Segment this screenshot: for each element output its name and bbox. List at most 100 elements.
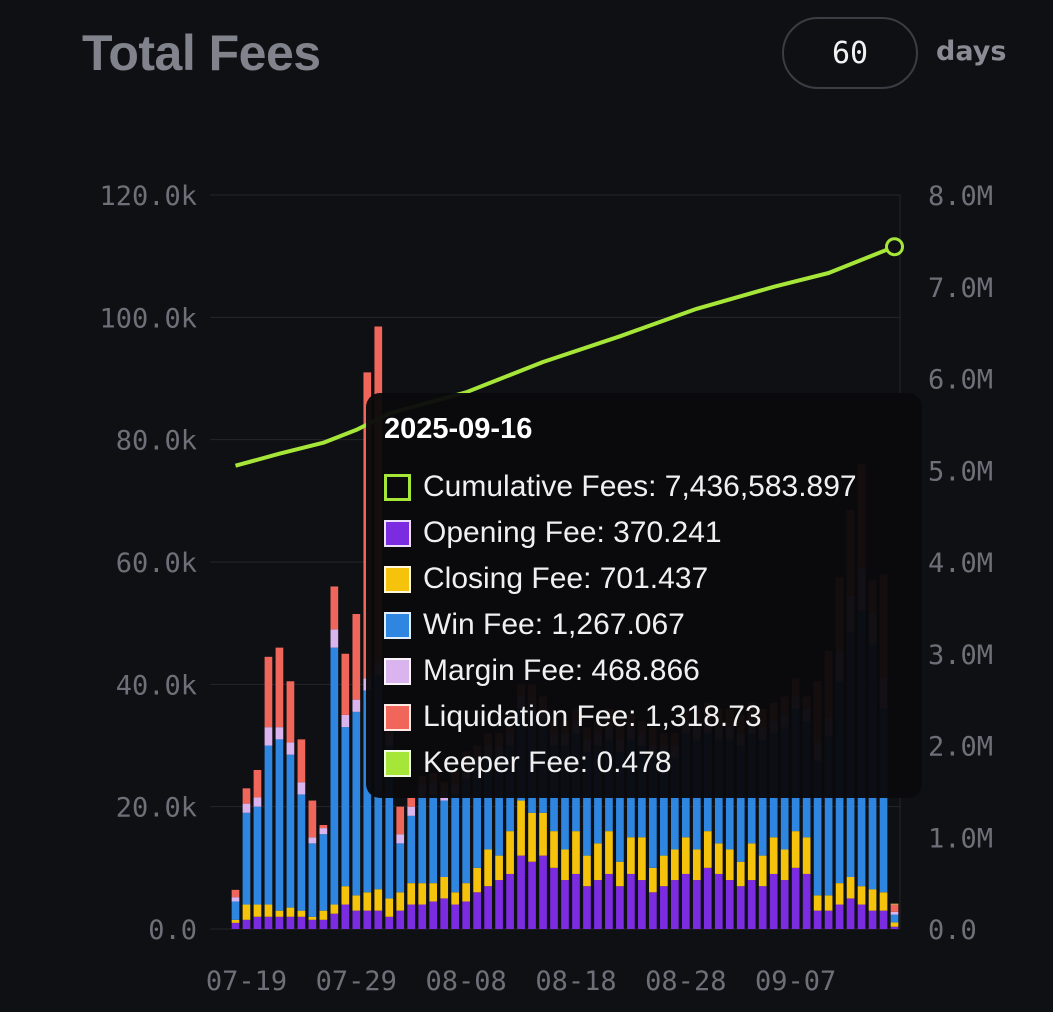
bar-closing-08-20[interactable] [594, 843, 602, 881]
bar-closing-08-04[interactable] [418, 883, 427, 905]
bar-win-07-24[interactable] [297, 794, 306, 911]
bar-closing-09-08[interactable] [802, 837, 811, 874]
bar-margin-07-21[interactable] [264, 727, 273, 746]
bar-win-08-04[interactable] [418, 797, 427, 884]
bar-margin-07-27[interactable] [330, 629, 339, 648]
bar-opening-07-25[interactable] [308, 919, 317, 929]
bar-opening-08-09[interactable] [473, 892, 481, 929]
bar-win-07-28[interactable] [341, 727, 350, 887]
bar-closing-08-15[interactable] [539, 812, 547, 856]
bar-opening-08-17[interactable] [561, 880, 569, 929]
bar-closing-07-26[interactable] [319, 910, 328, 920]
bar-opening-08-02[interactable] [396, 910, 405, 929]
bar-opening-08-31[interactable] [714, 873, 723, 929]
bar-opening-08-30[interactable] [703, 867, 712, 929]
bar-closing-08-25[interactable] [649, 867, 657, 893]
bar-opening-07-20[interactable] [253, 916, 262, 929]
bar-opening-09-08[interactable] [802, 873, 811, 929]
bar-closing-07-31[interactable] [374, 889, 383, 911]
bar-margin-09-16[interactable] [890, 911, 899, 915]
bar-liquidation-07-26[interactable] [319, 825, 328, 829]
bar-closing-09-01[interactable] [725, 849, 734, 881]
bar-opening-09-01[interactable] [725, 880, 734, 929]
bar-closing-07-29[interactable] [352, 895, 361, 911]
bar-opening-08-11[interactable] [495, 880, 503, 929]
bar-opening-09-05[interactable] [769, 873, 778, 929]
bar-closing-08-05[interactable] [429, 883, 438, 902]
bar-opening-07-19[interactable] [242, 919, 251, 929]
bar-closing-08-27[interactable] [670, 849, 679, 881]
bar-opening-09-09[interactable] [813, 910, 822, 929]
bar-margin-07-29[interactable] [352, 699, 361, 712]
bar-liquidation-07-19[interactable] [242, 788, 251, 804]
bar-closing-07-24[interactable] [297, 910, 306, 917]
bar-closing-09-13[interactable] [857, 886, 866, 905]
bar-closing-08-01[interactable] [385, 898, 394, 917]
bar-liquidation-07-20[interactable] [253, 769, 262, 798]
bar-closing-09-05[interactable] [769, 837, 778, 874]
bar-opening-07-23[interactable] [286, 916, 295, 929]
bar-opening-08-26[interactable] [660, 886, 668, 929]
bar-liquidation-07-21[interactable] [264, 656, 273, 728]
bar-closing-08-21[interactable] [605, 831, 613, 874]
bar-win-07-18[interactable] [231, 901, 240, 920]
bar-closing-08-14[interactable] [528, 812, 536, 862]
bar-opening-09-04[interactable] [758, 886, 767, 929]
bar-closing-08-23[interactable] [627, 837, 635, 874]
bar-closing-08-16[interactable] [550, 831, 558, 868]
cumulative-hover-point[interactable] [885, 237, 905, 257]
bar-opening-09-16[interactable] [890, 926, 899, 929]
bar-opening-07-30[interactable] [363, 910, 372, 929]
bar-closing-08-02[interactable] [396, 892, 405, 911]
bar-closing-09-02[interactable] [736, 861, 745, 887]
bar-margin-07-23[interactable] [286, 742, 295, 755]
bar-margin-07-25[interactable] [308, 837, 317, 844]
bar-closing-08-31[interactable] [714, 843, 723, 874]
bar-closing-07-20[interactable] [253, 904, 262, 917]
bar-closing-08-24[interactable] [638, 837, 646, 881]
bar-liquidation-07-27[interactable] [330, 586, 339, 630]
bar-opening-08-18[interactable] [572, 873, 580, 929]
bar-closing-07-22[interactable] [275, 910, 284, 917]
bar-margin-07-24[interactable] [297, 782, 306, 795]
bar-opening-08-23[interactable] [627, 873, 635, 929]
bar-closing-08-09[interactable] [473, 867, 481, 893]
bar-opening-08-01[interactable] [385, 916, 394, 929]
bar-closing-09-14[interactable] [868, 889, 877, 911]
bar-closing-07-28[interactable] [341, 886, 350, 905]
bar-opening-08-06[interactable] [440, 898, 449, 929]
bar-win-08-02[interactable] [396, 843, 405, 893]
bar-opening-08-27[interactable] [670, 880, 679, 929]
bar-win-07-23[interactable] [286, 754, 295, 908]
bar-margin-07-26[interactable] [319, 828, 328, 835]
bar-closing-08-08[interactable] [462, 883, 470, 902]
bar-closing-08-28[interactable] [681, 837, 690, 874]
bar-closing-08-17[interactable] [561, 849, 569, 881]
bar-closing-08-03[interactable] [407, 883, 416, 905]
bar-opening-07-18[interactable] [231, 922, 240, 929]
bar-win-07-25[interactable] [308, 843, 317, 917]
bar-opening-08-04[interactable] [418, 904, 427, 929]
bar-opening-09-06[interactable] [780, 880, 789, 929]
bar-opening-08-07[interactable] [451, 904, 460, 929]
bar-keeper-09-16[interactable] [890, 903, 899, 905]
bar-margin-08-02[interactable] [396, 834, 405, 844]
bar-liquidation-07-24[interactable] [297, 739, 306, 783]
bar-opening-08-13[interactable] [517, 855, 525, 929]
bar-opening-09-13[interactable] [857, 904, 866, 929]
bar-margin-07-28[interactable] [341, 714, 350, 728]
bar-win-08-06[interactable] [440, 800, 449, 878]
bar-opening-07-21[interactable] [264, 916, 273, 929]
bar-margin-07-18[interactable] [231, 897, 240, 902]
bar-opening-08-08[interactable] [462, 901, 470, 929]
bar-win-09-16[interactable] [890, 914, 899, 923]
bar-closing-07-25[interactable] [308, 916, 317, 920]
bar-opening-08-21[interactable] [605, 873, 613, 929]
bar-opening-09-11[interactable] [835, 904, 844, 929]
bar-opening-07-26[interactable] [319, 919, 328, 929]
bar-closing-09-16[interactable] [890, 922, 899, 927]
bar-margin-07-19[interactable] [242, 803, 251, 813]
bar-opening-07-24[interactable] [297, 916, 306, 929]
bar-win-07-27[interactable] [330, 647, 339, 905]
bar-liquidation-07-28[interactable] [341, 653, 350, 715]
